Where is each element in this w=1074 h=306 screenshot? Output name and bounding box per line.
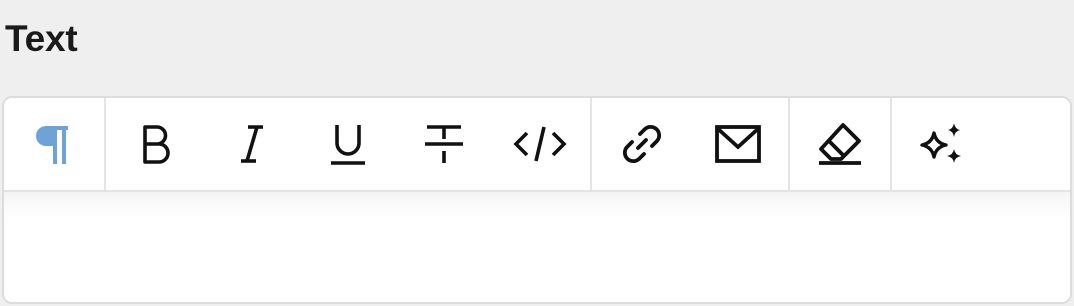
editor-toolbar	[4, 98, 1070, 192]
code-icon	[512, 123, 568, 165]
toolbar-group-ai	[892, 98, 992, 190]
field-label: Text	[5, 18, 78, 59]
eraser-icon	[815, 121, 865, 167]
email-button[interactable]	[690, 98, 786, 191]
ai-assist-button[interactable]	[894, 98, 990, 191]
toolbar-group-clear	[790, 98, 892, 190]
strikethrough-button[interactable]	[396, 98, 492, 191]
toolbar-group-block	[4, 98, 106, 190]
paragraph-button[interactable]	[6, 98, 102, 191]
bold-icon	[139, 123, 173, 165]
paragraph-icon	[34, 120, 74, 168]
italic-button[interactable]	[204, 98, 300, 191]
envelope-icon	[714, 123, 762, 165]
bold-button[interactable]	[108, 98, 204, 191]
underline-button[interactable]	[300, 98, 396, 191]
italic-icon	[237, 123, 267, 165]
clear-formatting-button[interactable]	[792, 98, 888, 191]
toolbar-group-marks	[106, 98, 592, 190]
editor-content-area[interactable]	[4, 192, 1070, 302]
link-icon	[618, 120, 666, 168]
code-button[interactable]	[492, 98, 588, 191]
strikethrough-icon	[423, 123, 465, 165]
underline-icon	[329, 121, 367, 167]
link-button[interactable]	[594, 98, 690, 191]
toolbar-group-links	[592, 98, 790, 190]
rich-text-editor	[2, 96, 1072, 304]
sparkles-icon	[916, 119, 968, 169]
